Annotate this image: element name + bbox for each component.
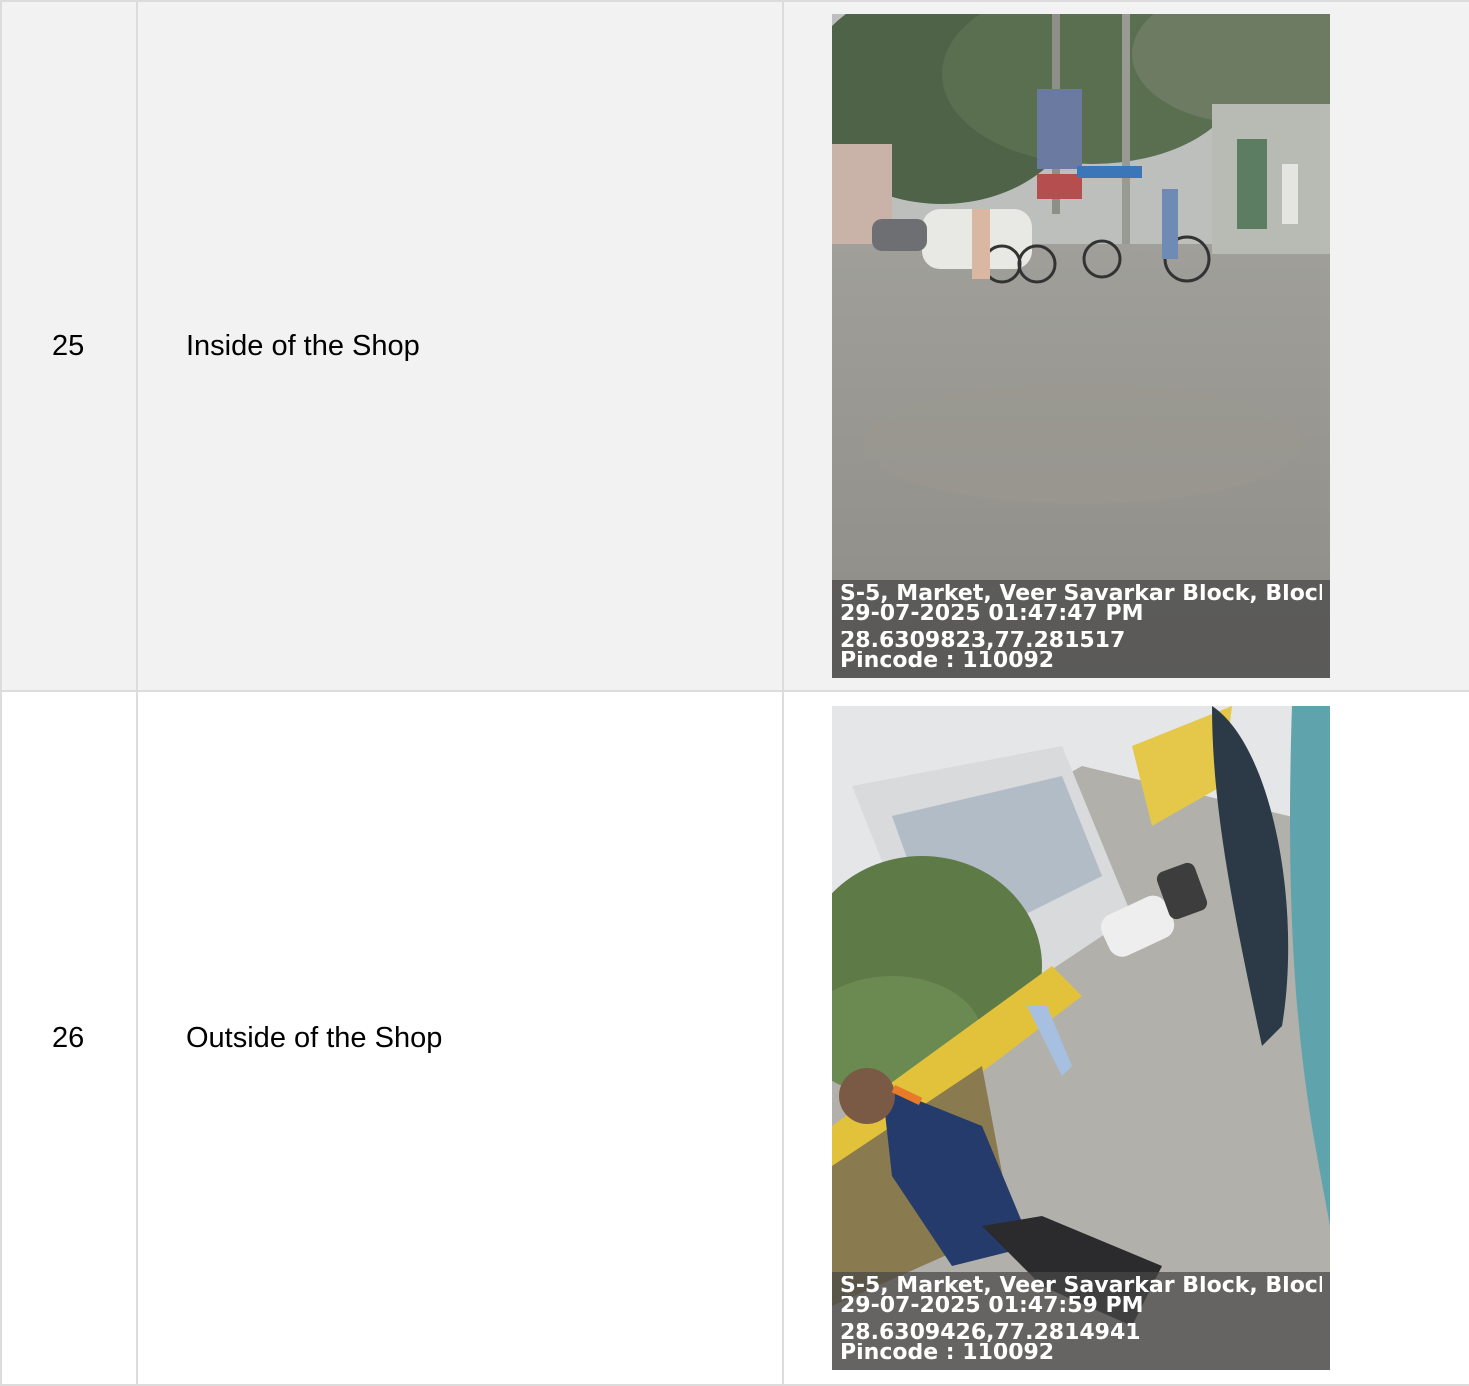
street-photo: S-5, Market, Veer Savarkar Block, Block … bbox=[832, 706, 1330, 1370]
stamp-address: S-5, Market, Veer Savarkar Block, Block … bbox=[840, 1276, 1322, 1296]
street-photo-image bbox=[832, 706, 1330, 1370]
stamp-address: S-5, Market, Veer Savarkar Block, Block … bbox=[840, 584, 1322, 604]
row-description: Outside of the Shop bbox=[186, 1021, 443, 1054]
table-row: 26 Outside of the Shop S-5, Market, Veer… bbox=[0, 690, 1469, 1386]
street-photo: S-5, Market, Veer Savarkar Block, Block … bbox=[832, 14, 1330, 678]
stamp-coordinates: 28.6309823,77.281517 bbox=[840, 631, 1126, 651]
description-cell: Outside of the Shop bbox=[136, 690, 784, 1386]
row-number-cell: 26 bbox=[0, 690, 138, 1386]
photo-report-table: 25 Inside of the Shop S-5, Market, Veer … bbox=[0, 0, 1469, 1386]
photo-cell: S-5, Market, Veer Savarkar Block, Block … bbox=[782, 690, 1469, 1386]
description-cell: Inside of the Shop bbox=[136, 0, 784, 692]
stamp-datetime: 29-07-2025 01:47:47 PM bbox=[840, 604, 1144, 624]
photo-cell: S-5, Market, Veer Savarkar Block, Block … bbox=[782, 0, 1469, 692]
stamp-pincode: Pincode : 110092 bbox=[840, 651, 1055, 671]
row-description: Inside of the Shop bbox=[186, 329, 420, 362]
table-row: 25 Inside of the Shop S-5, Market, Veer … bbox=[0, 0, 1469, 692]
stamp-coordinates: 28.6309426,77.2814941 bbox=[840, 1323, 1141, 1343]
stamp-datetime: 29-07-2025 01:47:59 PM bbox=[840, 1296, 1144, 1316]
geo-stamp: S-5, Market, Veer Savarkar Block, Block … bbox=[832, 1272, 1330, 1370]
row-number: 26 bbox=[52, 1021, 85, 1054]
row-number: 25 bbox=[52, 329, 85, 362]
geo-stamp: S-5, Market, Veer Savarkar Block, Block … bbox=[832, 580, 1330, 678]
stamp-pincode: Pincode : 110092 bbox=[840, 1343, 1055, 1363]
row-number-cell: 25 bbox=[0, 0, 138, 692]
street-photo-image bbox=[832, 14, 1330, 678]
